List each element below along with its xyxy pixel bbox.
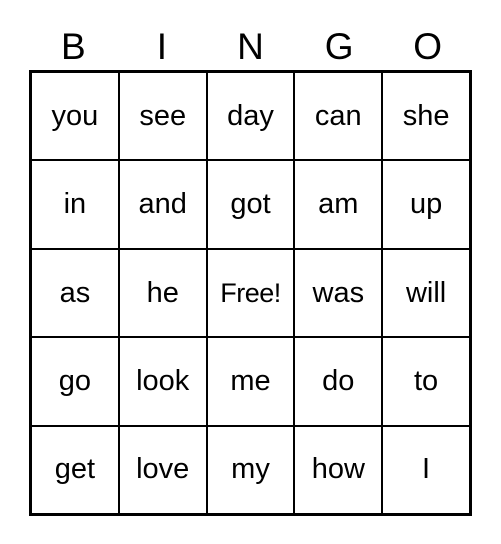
table-row: in and got am up	[32, 161, 469, 250]
bingo-card: B I N G O you see day can she in and got…	[0, 0, 501, 544]
header-letter-o: O	[413, 25, 443, 67]
header-letter-n: N	[237, 25, 264, 67]
bingo-cell-b4[interactable]: go	[32, 338, 120, 425]
bingo-cell-g5[interactable]: how	[295, 426, 384, 514]
bingo-cell-g4[interactable]: do	[295, 338, 384, 425]
table-row: get love my how I	[32, 426, 469, 514]
bingo-cell-g2[interactable]: am	[295, 161, 384, 248]
bingo-cell-b5[interactable]: get	[32, 426, 120, 514]
bingo-cell-o2[interactable]: up	[383, 161, 469, 247]
table-row: go look me do to	[32, 338, 469, 427]
bingo-cell-n1[interactable]: day	[208, 73, 296, 160]
bingo-cell-i5[interactable]: love	[120, 426, 208, 514]
bingo-grid: you see day can she in and got am up as …	[29, 70, 472, 516]
bingo-cell-o4[interactable]: to	[383, 338, 469, 424]
bingo-cell-i2[interactable]: and	[120, 161, 208, 248]
bingo-cell-o5[interactable]: I	[383, 427, 469, 513]
bingo-cell-i4[interactable]: look	[120, 338, 208, 425]
bingo-cell-o1[interactable]: she	[383, 73, 469, 159]
bingo-cell-b2[interactable]: in	[32, 161, 120, 248]
bingo-cell-i1[interactable]: see	[120, 73, 208, 160]
header-letter-g: G	[324, 25, 354, 67]
bingo-header-row: B I N G O	[29, 22, 472, 70]
bingo-cell-g3[interactable]: was	[295, 249, 384, 337]
bingo-cell-free-space[interactable]: Free!	[208, 249, 296, 337]
bingo-cell-o3[interactable]: will	[383, 250, 469, 336]
bingo-cell-b1[interactable]: you	[32, 73, 120, 160]
table-row: you see day can she	[32, 73, 469, 162]
bingo-cell-b3[interactable]: as	[32, 249, 120, 337]
header-letter-i: I	[156, 25, 168, 67]
bingo-cell-n2[interactable]: got	[208, 161, 296, 248]
header-letter-b: B	[60, 25, 86, 67]
bingo-cell-n4[interactable]: me	[208, 338, 296, 425]
bingo-cell-g1[interactable]: can	[295, 73, 384, 160]
bingo-cell-i3[interactable]: he	[120, 249, 208, 337]
bingo-cell-n5[interactable]: my	[208, 426, 296, 514]
table-row: as he Free! was will	[32, 249, 469, 339]
